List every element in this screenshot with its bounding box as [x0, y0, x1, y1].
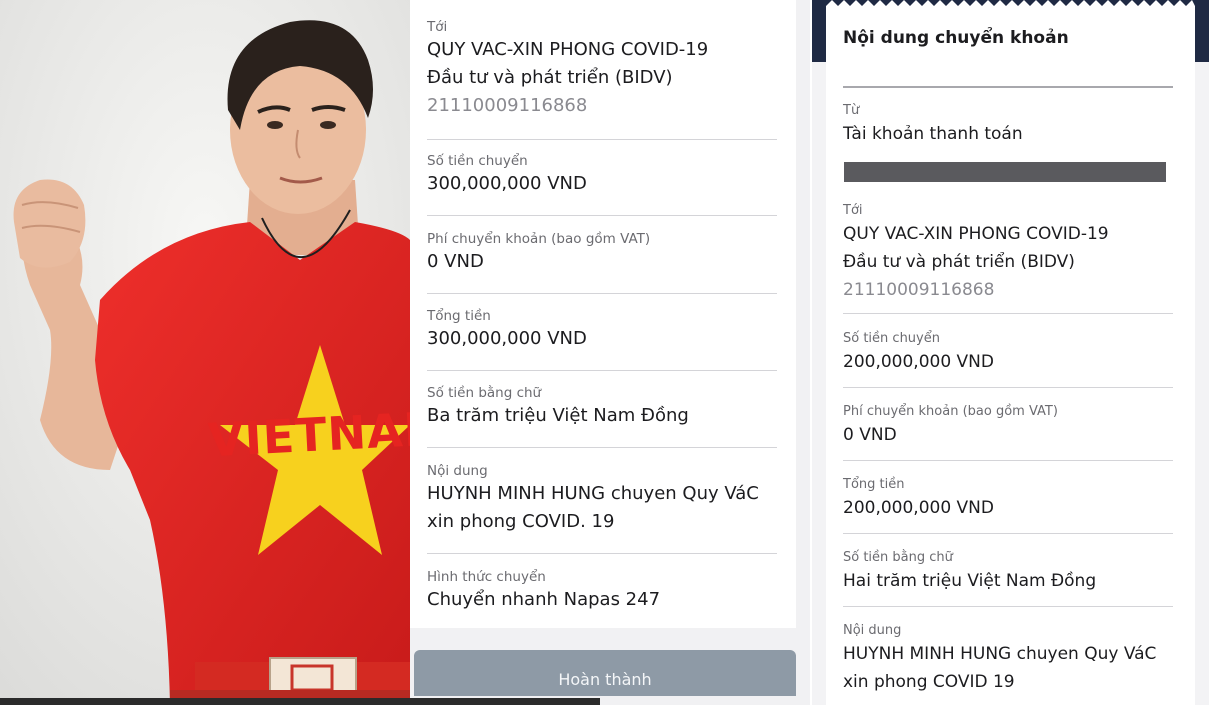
amount-words-field: Số tiền bằng chữ Ba trăm triệu Việt Nam … — [427, 384, 777, 448]
fee-value: 0 VND — [843, 425, 897, 445]
amount-label: Số tiền chuyển — [843, 331, 940, 346]
content-label: Nội dung — [843, 623, 902, 638]
transfer-method-value: Chuyển nhanh Napas 247 — [427, 589, 661, 610]
recipient-bank: Đầu tư và phát triển (BIDV) — [427, 67, 673, 88]
content-line-2: xin phong COVID. 19 — [427, 511, 615, 532]
section-title: Nội dung chuyển khoản — [843, 28, 1069, 48]
amount-field: Số tiền chuyển 300,000,000 VND — [427, 152, 777, 216]
receipt-card: Nội dung chuyển khoản Từ Tài khoản thanh… — [826, 6, 1195, 705]
recipient-label: Tới — [427, 19, 448, 35]
amount-value: 300,000,000 VND — [427, 173, 587, 194]
fee-value: 0 VND — [427, 251, 484, 272]
fee-label: Phí chuyển khoản (bao gồm VAT) — [843, 404, 1058, 419]
singer-illustration — [0, 0, 410, 705]
recipient-name: QUY VAC-XIN PHONG COVID-19 — [427, 39, 709, 60]
fee-field: Phí chuyển khoản (bao gồm VAT) 0 VND — [427, 230, 777, 294]
total-value: 200,000,000 VND — [843, 498, 994, 518]
receipt-card: Tới QUY VAC-XIN PHONG COVID-19 Đầu tư và… — [410, 0, 796, 628]
fee-label: Phí chuyển khoản (bao gồm VAT) — [427, 231, 651, 247]
amount-words-value: Ba trăm triệu Việt Nam Đồng — [427, 405, 689, 426]
amount-words-label: Số tiền bằng chữ — [427, 385, 542, 401]
done-button[interactable]: Hoàn thành — [414, 650, 796, 696]
title-divider — [843, 86, 1173, 88]
transfer-method-field: Hình thức chuyển Chuyển nhanh Napas 247 — [427, 568, 777, 624]
amount-words-value: Hai trăm triệu Việt Nam Đồng — [843, 571, 1097, 591]
amount-label: Số tiền chuyển — [427, 153, 528, 169]
recipient-name: QUY VAC-XIN PHONG COVID-19 — [843, 224, 1109, 244]
total-label: Tổng tiền — [427, 308, 491, 324]
recipient-label: Tới — [843, 203, 863, 218]
content-field: Nội dung HUYNH MINH HUNG chuyen Quy VáC … — [427, 462, 777, 554]
transfer-receipt-left: Tới QUY VAC-XIN PHONG COVID-19 Đầu tư và… — [410, 0, 810, 705]
fee-field: Phí chuyển khoản (bao gồm VAT) 0 VND — [843, 403, 1173, 461]
content-line-1: HUYNH MINH HUNG chuyen Quy VáC — [843, 644, 1157, 664]
transfer-receipt-right: Nội dung chuyển khoản Từ Tài khoản thanh… — [812, 0, 1209, 705]
source-label: Từ — [843, 103, 860, 118]
redacted-account-bar — [844, 162, 1166, 182]
recipient-field: Tới QUY VAC-XIN PHONG COVID-19 Đầu tư và… — [427, 18, 777, 140]
total-label: Tổng tiền — [843, 477, 905, 492]
content-line-1: HUYNH MINH HUNG chuyen Quy VáC — [427, 483, 759, 504]
content-line-2: xin phong COVID 19 — [843, 672, 1015, 692]
recipient-field: Tới QUY VAC-XIN PHONG COVID-19 Đầu tư và… — [843, 202, 1173, 314]
bottom-divider — [0, 698, 600, 705]
recipient-bank: Đầu tư và phát triển (BIDV) — [843, 252, 1075, 272]
amount-value: 200,000,000 VND — [843, 352, 994, 372]
content-field: Nội dung HUYNH MINH HUNG chuyen Quy VáC … — [843, 622, 1173, 702]
total-value: 300,000,000 VND — [427, 328, 587, 349]
recipient-account: 21110009116868 — [427, 95, 588, 116]
amount-field: Số tiền chuyển 200,000,000 VND — [843, 330, 1173, 388]
transfer-method-label: Hình thức chuyển — [427, 569, 546, 585]
shirt-print-text: VIETNAM — [206, 402, 410, 468]
recipient-account: 21110009116868 — [843, 280, 995, 300]
total-field: Tổng tiền 200,000,000 VND — [843, 476, 1173, 534]
source-field: Từ Tài khoản thanh toán — [843, 102, 1173, 154]
total-field: Tổng tiền 300,000,000 VND — [427, 307, 777, 371]
amount-words-label: Số tiền bằng chữ — [843, 550, 953, 565]
singer-photo: VIETNAM — [0, 0, 410, 705]
source-value: Tài khoản thanh toán — [843, 124, 1023, 144]
content-label: Nội dung — [427, 463, 488, 479]
amount-words-field: Số tiền bằng chữ Hai trăm triệu Việt Nam… — [843, 549, 1173, 607]
